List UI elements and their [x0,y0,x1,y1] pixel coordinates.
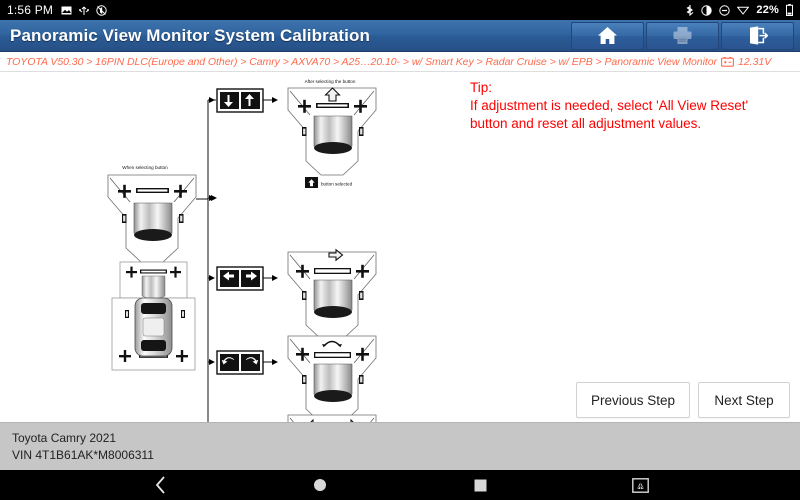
no-sound-icon [96,4,107,16]
android-nav-bar [0,470,800,500]
usb-icon [79,5,90,16]
source-caption: When selecting button [122,165,168,170]
front-view-panel [107,174,197,263]
diagram-row-1: After selecting the button button select… [216,79,377,188]
diagram-row-3: button selected [216,335,377,436]
print-button[interactable] [646,21,719,50]
home-button[interactable] [571,21,644,50]
app-title-bar: Panoramic View Monitor System Calibratio… [0,20,800,52]
nav-recents-button[interactable] [460,470,500,500]
vehicle-info-footer: Toyota Camry 2021 VIN 4T1B61AK*M8006311 [0,422,800,470]
page-title: Panoramic View Monitor System Calibratio… [10,25,370,45]
nav-back-button[interactable] [140,470,180,500]
left-right-arrows-icon [216,266,264,291]
bluetooth-icon [686,4,694,16]
square-icon [474,479,486,491]
selected-caption-1: button selected [321,182,353,187]
battery-icon [786,4,793,16]
brightness-icon [701,4,713,16]
status-right-icons: 22% [686,4,793,16]
result-caption-1: After selecting the button [305,79,356,84]
previous-step-button[interactable]: Previous Step [575,382,690,418]
battery-voltage-label: 12.31V [737,55,772,68]
title-bar-buttons [571,20,800,51]
main-content: Tip: If adjustment is needed, select 'Al… [0,72,800,500]
breadcrumb-path: TOYOTA V50.30 > 16PIN DLC(Europe and Oth… [6,55,717,68]
down-up-arrows-icon [216,88,264,113]
next-step-button[interactable]: Next Step [698,382,790,418]
top-down-car-view [111,261,196,371]
android-status-bar: 1:56 PM 22% [0,0,800,20]
tip-heading: Tip: [470,80,493,95]
printer-icon [673,27,692,44]
vehicle-vin: VIN 4T1B61AK*M8006311 [12,448,154,462]
diagram-row-4 [216,414,377,500]
image-icon [61,6,72,15]
wifi-icon [737,5,750,15]
calibration-diagram: When selecting button After selecting th… [0,72,470,500]
app-window: 1:56 PM 22% Panoramic View Monitor Syste… [0,0,800,500]
screenshot-icon [631,477,649,493]
home-icon [598,27,617,44]
status-left-icons [61,4,107,16]
tip-line-1: If adjustment is needed, select 'All Vie… [470,98,749,113]
tip-message: Tip: If adjustment is needed, select 'Al… [470,79,795,133]
exit-icon [750,26,768,45]
step-navigation: Previous Step Next Step [575,382,790,418]
status-clock: 1:56 PM [7,3,54,17]
circle-icon [314,479,326,491]
exit-button[interactable] [721,21,794,50]
connector-lines [196,97,217,441]
breadcrumb: TOYOTA V50.30 > 16PIN DLC(Europe and Oth… [0,52,800,72]
rotate-left-right-arrows-icon [216,350,264,375]
nav-screenshot-button[interactable] [620,470,660,500]
vehicle-name: Toyota Camry 2021 [12,431,117,445]
tip-line-2: button and reset all adjustment values. [470,116,702,131]
back-chevron-icon [155,476,165,494]
battery-voltage-icon [721,56,734,67]
battery-percent-label: 22% [756,4,779,16]
do-not-disturb-icon [719,4,731,16]
nav-home-button[interactable] [300,470,340,500]
